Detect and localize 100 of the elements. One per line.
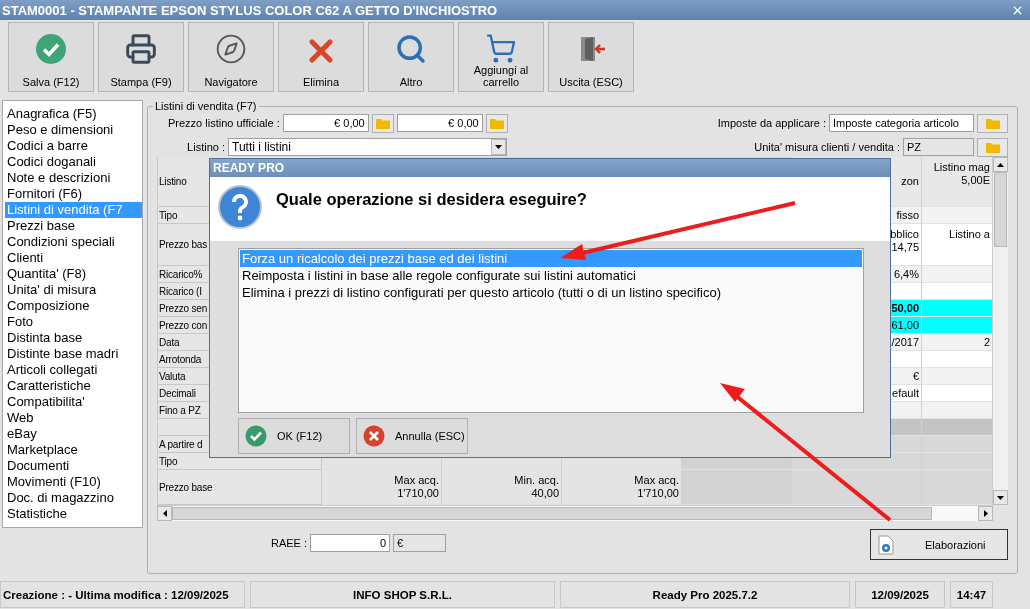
table-cell bbox=[922, 453, 992, 470]
sidebar-item[interactable]: Condizioni speciali bbox=[5, 234, 142, 250]
toolbar-button[interactable]: Uscita (ESC) bbox=[548, 22, 634, 92]
status-text: 14:47 bbox=[950, 581, 993, 608]
table-cell bbox=[922, 470, 992, 505]
checkmark-icon bbox=[245, 425, 267, 447]
sidebar-item[interactable]: Distinta base bbox=[5, 330, 142, 346]
status-text: INFO SHOP S.R.L. bbox=[250, 581, 555, 608]
sidebar-item[interactable]: Foto bbox=[5, 314, 142, 330]
field-label: RAEE : bbox=[271, 537, 308, 549]
table-cell bbox=[922, 402, 992, 419]
status-text: Ready Pro 2025.7.2 bbox=[560, 581, 850, 608]
raee-field[interactable]: 0 bbox=[310, 534, 391, 552]
folder-icon bbox=[985, 117, 1000, 129]
sidebar-item[interactable]: Note e descrizioni bbox=[5, 170, 142, 186]
sidebar-item[interactable]: Fornitori (F6) bbox=[5, 186, 142, 202]
sidebar-item[interactable]: Clienti bbox=[5, 250, 142, 266]
price-field[interactable]: € 0,00 bbox=[282, 114, 369, 132]
table-cell bbox=[922, 385, 992, 402]
dialog-title: READY PRO bbox=[213, 161, 285, 175]
vertical-scrollbar[interactable] bbox=[992, 157, 1008, 505]
sidebar-item[interactable]: Quantita' (F8) bbox=[5, 266, 142, 282]
toolbar-button[interactable]: Stampa (F9) bbox=[98, 22, 184, 92]
cart-icon bbox=[485, 33, 517, 64]
status-text: Creazione : - Ultima modifica : 12/09/2025 bbox=[0, 581, 245, 608]
toolbar-button[interactable]: Navigatore bbox=[188, 22, 274, 92]
right-arrow-icon bbox=[983, 510, 988, 517]
sidebar-item[interactable]: Movimenti (F10) bbox=[5, 474, 142, 490]
status-text: 12/09/2025 bbox=[855, 581, 945, 608]
sidebar-item[interactable]: Anagrafica (F5) bbox=[5, 106, 142, 122]
sidebar-item[interactable]: Distinte base madri bbox=[5, 346, 142, 362]
folder-icon bbox=[375, 117, 390, 129]
scroll-down-button[interactable] bbox=[993, 490, 1008, 505]
sidebar-item[interactable]: Doc. di magazzino bbox=[5, 490, 142, 506]
search-icon bbox=[395, 33, 427, 65]
down-arrow-icon bbox=[997, 495, 1004, 500]
folder-button[interactable] bbox=[371, 113, 394, 133]
scroll-thumb[interactable] bbox=[994, 172, 1007, 247]
sidebar-item[interactable]: Web bbox=[5, 410, 142, 426]
caret-icon bbox=[495, 145, 502, 149]
scroll-right-button[interactable] bbox=[978, 506, 993, 521]
processing-button[interactable]: Elaborazioni bbox=[870, 529, 1008, 560]
sidebar-item[interactable]: Composizione bbox=[5, 298, 142, 314]
price-list-dropdown[interactable]: Tutti i listini bbox=[228, 138, 507, 156]
horizontal-scrollbar[interactable] bbox=[157, 505, 993, 521]
field-label: Listino : bbox=[186, 141, 225, 153]
table-cell: Listino a bbox=[922, 224, 992, 266]
sidebar-item[interactable]: Caratteristiche bbox=[5, 378, 142, 394]
currency-field: € bbox=[393, 534, 447, 552]
table-cell bbox=[922, 351, 992, 368]
window-title: STAM0001 - STAMPANTE EPSON STYLUS COLOR C62 A GETTO D'INCHIOSTRO bbox=[2, 2, 498, 18]
sidebar-item[interactable]: Unita' di misura bbox=[5, 282, 142, 298]
toolbar-button[interactable]: Altro bbox=[368, 22, 454, 92]
table-cell bbox=[922, 419, 992, 436]
sidebar-item[interactable]: Peso e dimensioni bbox=[5, 122, 142, 138]
scroll-thumb[interactable] bbox=[172, 507, 932, 520]
sidebar-item[interactable]: Codici doganali bbox=[5, 154, 142, 170]
cancel-icon bbox=[363, 425, 385, 447]
up-arrow-icon bbox=[997, 162, 1004, 167]
scroll-left-button[interactable] bbox=[157, 506, 172, 521]
ok-button[interactable]: OK (F12) bbox=[238, 418, 350, 454]
sidebar-item[interactable]: eBay bbox=[5, 426, 142, 442]
toolbar-button[interactable]: Elimina bbox=[278, 22, 364, 92]
field-label: Unita' misura clienti / vendita : bbox=[754, 141, 900, 153]
table-cell bbox=[922, 317, 992, 334]
folder-button[interactable] bbox=[485, 113, 508, 133]
toolbar-button[interactable]: Salva (F12) bbox=[8, 22, 94, 92]
table-cell bbox=[922, 207, 992, 224]
sidebar-item[interactable]: Marketplace bbox=[5, 442, 142, 458]
cancel-button[interactable]: Annulla (ESC) bbox=[356, 418, 468, 454]
table-cell bbox=[922, 436, 992, 453]
sidebar-item[interactable]: Articoli collegati bbox=[5, 362, 142, 378]
compass-icon bbox=[215, 33, 247, 65]
sidebar-item[interactable]: Compatibilita' bbox=[5, 394, 142, 410]
toolbar-button[interactable]: Aggiungi al carrello bbox=[458, 22, 544, 92]
row-header-cell: Prezzo base bbox=[157, 470, 322, 505]
sidebar-item[interactable]: Prezzi base bbox=[5, 218, 142, 234]
printer-icon bbox=[125, 33, 157, 65]
dropdown-button[interactable] bbox=[491, 139, 506, 155]
checkmark-icon bbox=[35, 33, 67, 65]
price-field[interactable]: € 0,00 bbox=[396, 114, 483, 132]
table-cell: Min. acq. 40,00 bbox=[442, 470, 562, 505]
table-cell bbox=[922, 300, 992, 317]
scroll-up-button[interactable] bbox=[993, 157, 1008, 172]
folder-button[interactable] bbox=[977, 113, 1008, 133]
sidebar-item[interactable]: Documenti bbox=[5, 458, 142, 474]
table-cell: Max acq. 1'710,00 bbox=[562, 470, 682, 505]
question-icon bbox=[218, 185, 262, 229]
unit-field[interactable]: PZ bbox=[903, 138, 974, 156]
field-label: Prezzo listino ufficiale : bbox=[168, 117, 280, 129]
table-cell: Max acq. 1'710,00 bbox=[322, 470, 442, 505]
table-cell: 2 bbox=[922, 334, 992, 351]
sidebar-item[interactable]: Statistiche bbox=[5, 506, 142, 522]
folder-icon bbox=[985, 141, 1000, 153]
field-label: Imposte da applicare : bbox=[717, 117, 826, 129]
table-cell bbox=[922, 266, 992, 283]
taxes-field[interactable]: Imposte categoria articolo bbox=[829, 114, 974, 132]
sidebar-item[interactable]: Codici a barre bbox=[5, 138, 142, 154]
table-cell: Listino mag 5,00E bbox=[922, 157, 992, 207]
gear-document-icon bbox=[877, 534, 895, 555]
